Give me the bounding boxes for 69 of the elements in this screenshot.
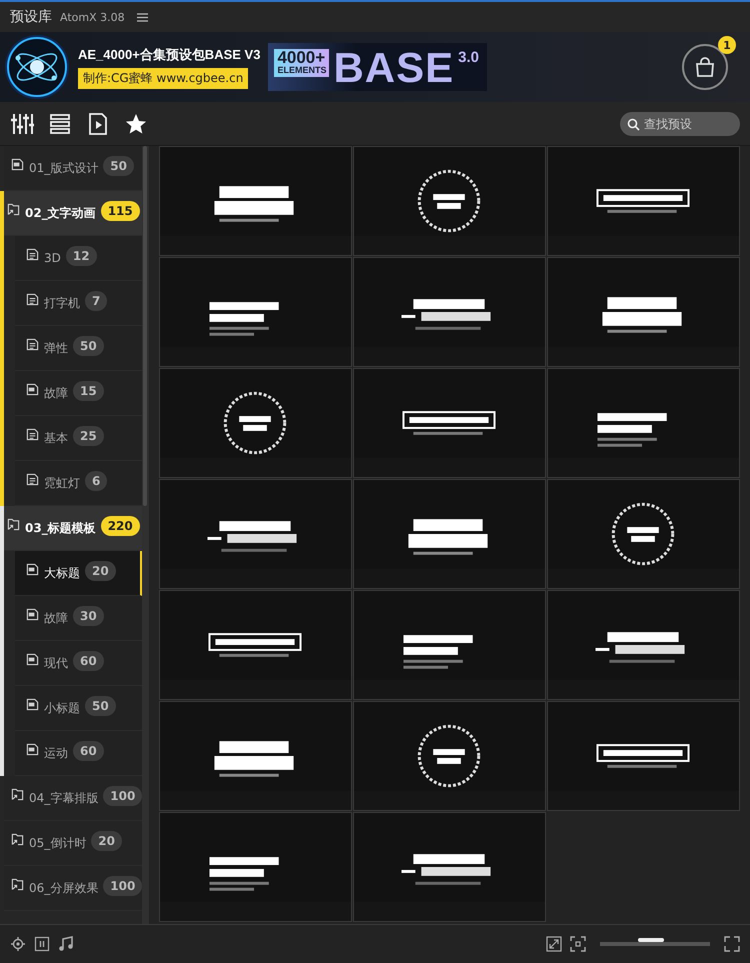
video-file-icon[interactable] — [86, 112, 110, 136]
folder-shortcut-icon — [11, 832, 24, 846]
sidebar-item[interactable]: 基本 25 — [15, 416, 142, 461]
count-badge: 25 — [73, 426, 104, 446]
sidebar-item[interactable]: 大标题 20 — [15, 551, 142, 596]
count-badge: 115 — [100, 201, 140, 221]
menu-icon[interactable] — [136, 12, 148, 22]
count-badge: 15 — [73, 381, 104, 401]
sliders-icon[interactable] — [10, 112, 34, 136]
sidebar-item[interactable]: 小标题 50 — [15, 686, 142, 731]
expand-icon[interactable] — [546, 936, 562, 952]
document-icon — [26, 428, 39, 440]
ae-file-icon — [26, 652, 39, 666]
version-label: AtomX 3.08 — [60, 10, 125, 24]
count-badge: 60 — [73, 651, 104, 671]
ae-file-icon — [26, 698, 39, 710]
count-badge: 6 — [85, 471, 108, 491]
star-icon[interactable] — [124, 112, 148, 136]
music-note-icon[interactable] — [58, 936, 74, 952]
banner-title: AE_4000+合集预设包BASE V3 — [78, 46, 260, 64]
scrollbar[interactable] — [142, 146, 149, 924]
ae-file-icon — [26, 608, 39, 620]
search-field[interactable]: 查找预设 — [620, 112, 740, 136]
sidebar-item[interactable]: 霓虹灯 6 — [15, 461, 142, 506]
document-icon — [26, 472, 39, 486]
count-badge: 100 — [103, 786, 142, 806]
ae-file-icon — [26, 742, 39, 756]
bag-icon — [694, 56, 716, 78]
count-badge: 30 — [73, 606, 104, 626]
sidebar-item[interactable]: 故障 15 — [15, 371, 142, 416]
count-badge: 220 — [100, 516, 140, 536]
sidebar-item[interactable]: 故障 30 — [15, 596, 142, 641]
count-badge: 7 — [85, 291, 108, 311]
count-badge: 50 — [103, 156, 134, 176]
sidebar-item[interactable]: 03_标题模板 220 — [4, 506, 142, 551]
sidebar-item[interactable]: 打字机 7 — [15, 281, 142, 326]
document-icon — [26, 338, 39, 350]
atom-logo-icon — [4, 34, 70, 100]
fit-icon[interactable] — [570, 936, 586, 952]
sidebar-item[interactable]: 运动 60 — [15, 731, 142, 776]
count-badge: 12 — [66, 246, 97, 266]
count-badge: 100 — [103, 876, 142, 896]
ae-file-icon — [11, 158, 24, 170]
count-badge: 60 — [73, 741, 104, 761]
sidebar-item[interactable]: 02_文字动画 115 — [4, 191, 142, 236]
sidebar-item[interactable]: 弹性 50 — [15, 326, 142, 371]
document-icon — [26, 292, 39, 306]
document-icon — [26, 248, 39, 260]
target-icon[interactable] — [10, 936, 26, 952]
count-badge: 50 — [73, 336, 104, 356]
ae-file-icon — [26, 382, 39, 396]
fullscreen-icon[interactable] — [724, 936, 740, 952]
folder-shortcut-icon — [11, 788, 24, 800]
window-title: 预设库 — [10, 8, 52, 26]
folder-shortcut-icon — [7, 518, 20, 530]
folder-shortcut-icon — [11, 878, 24, 890]
count-badge: 20 — [91, 831, 122, 851]
folder-shortcut-icon — [7, 202, 20, 216]
count-badge: 50 — [85, 696, 116, 716]
sidebar-item[interactable]: 现代 60 — [15, 641, 142, 686]
pause-icon[interactable] — [34, 936, 50, 952]
cart-count-badge: 1 — [718, 36, 736, 54]
list-icon[interactable] — [48, 112, 72, 136]
slider-thumb[interactable] — [638, 938, 664, 942]
count-badge: 20 — [85, 561, 116, 581]
sidebar-item[interactable]: 3D 12 — [15, 236, 142, 281]
ae-file-icon — [26, 562, 39, 576]
search-icon — [627, 118, 640, 130]
credit-tag: 制作:CG蜜蜂 www.cgbee.cn — [78, 68, 248, 88]
